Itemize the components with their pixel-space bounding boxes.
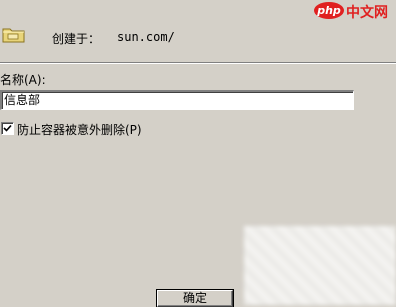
checkmark-icon [3, 124, 12, 132]
created-in-value: sun.com/ [117, 30, 175, 44]
folder-ou-icon [2, 24, 26, 44]
ok-button[interactable]: 确定 [157, 290, 233, 307]
protect-from-deletion-label: 防止容器被意外删除(P) [17, 123, 142, 137]
new-object-dialog: 创建于： sun.com/ 名称(A): 信息部 防止容器被意外删除(P) ph… [0, 0, 396, 307]
name-input[interactable]: 信息部 [0, 90, 354, 110]
separator [0, 62, 396, 64]
site-watermark: php 中文网 [314, 0, 396, 22]
watermark-badge: php [314, 2, 344, 19]
blurred-area [244, 226, 396, 305]
name-label: 名称(A): [0, 73, 46, 87]
protect-from-deletion-checkbox[interactable] [1, 122, 14, 135]
created-in-label: 创建于： [52, 32, 101, 46]
watermark-text: 中文网 [346, 5, 388, 21]
